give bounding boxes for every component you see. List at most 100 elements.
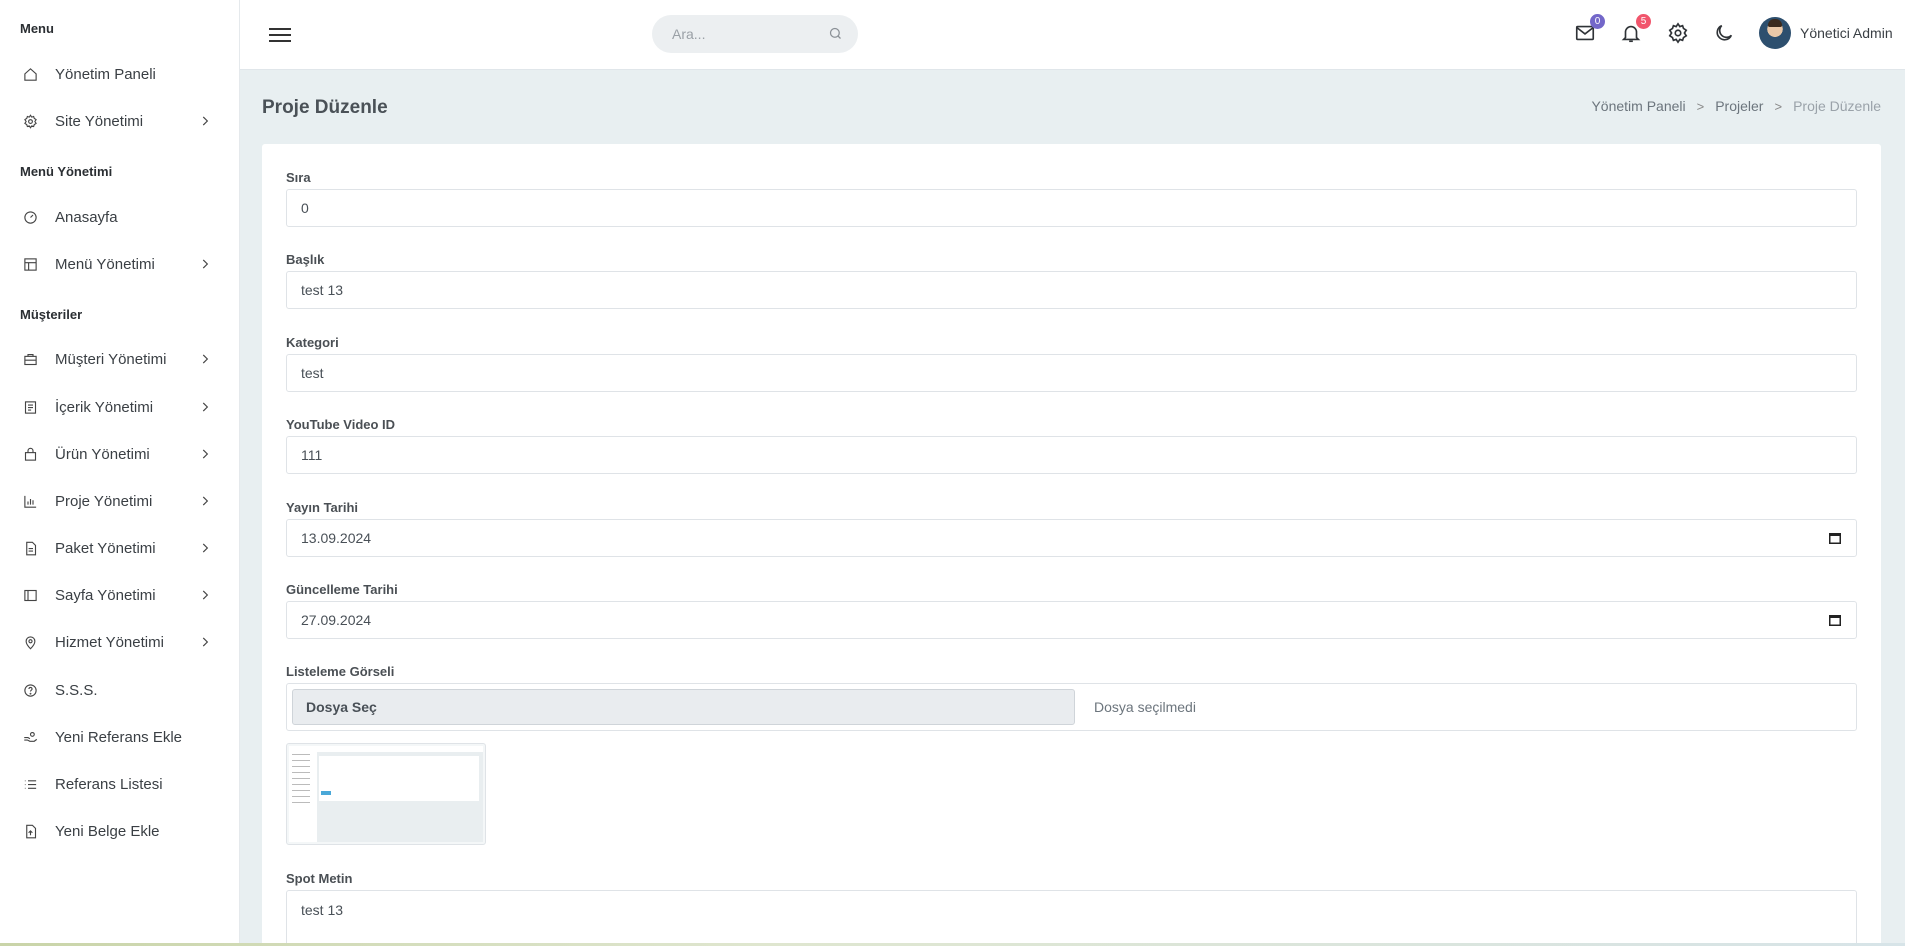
- page-title: Proje Düzenle: [262, 97, 388, 118]
- sidebar-item-label: S.S.S.: [55, 681, 98, 699]
- breadcrumb-projeler[interactable]: Projeler: [1715, 98, 1763, 114]
- youtube-value: 111: [301, 447, 323, 463]
- search-box: [652, 15, 858, 53]
- project-edit-form: Sıra 0 Başlık test 13 Kategori test YouT…: [262, 144, 1881, 946]
- sidebar-item-yeni-belge-ekle[interactable]: Yeni Belge Ekle: [0, 813, 239, 849]
- sidebar-item-label: Referans Listesi: [55, 775, 163, 793]
- chevron-right-icon: [198, 494, 212, 508]
- chevron-right-icon: [198, 257, 212, 271]
- mail-count-badge: 0: [1590, 14, 1605, 29]
- sira-value: 0: [301, 200, 309, 216]
- chevron-right-icon: [198, 352, 212, 366]
- youtube-label: YouTube Video ID: [286, 417, 396, 432]
- sidebar-item-label: İçerik Yönetimi: [55, 398, 154, 416]
- sidebar-item-referans-listesi[interactable]: Referans Listesi: [0, 766, 239, 802]
- notification-count-badge: 5: [1636, 14, 1651, 29]
- spot-metin-textarea[interactable]: test 13: [286, 890, 1857, 946]
- chevron-right-icon: [198, 400, 212, 414]
- yayin-tarihi-value: 13.09.2024: [301, 530, 372, 546]
- sidebar-item-musteri-yonetimi[interactable]: Müşteri Yönetimi: [0, 341, 239, 377]
- sidebar-item-urun-yonetimi[interactable]: Ürün Yönetimi: [0, 436, 239, 472]
- file-upload-icon: [22, 823, 38, 839]
- breadcrumb-separator-icon: >: [1696, 98, 1705, 114]
- chevron-right-icon: [198, 588, 212, 602]
- youtube-input[interactable]: 111: [286, 436, 1857, 474]
- sidebar-item-hizmet-yonetimi[interactable]: Hizmet Yönetimi: [0, 624, 239, 660]
- thumbnail-image: [289, 746, 483, 842]
- kategori-value: test: [301, 365, 324, 381]
- chevron-right-icon: [198, 447, 212, 461]
- calendar-icon[interactable]: [1828, 531, 1842, 545]
- sidebar-heading-musteriler: Müşteriler: [20, 307, 83, 322]
- sidebar-item-yonetim-paneli[interactable]: Yönetim Paneli: [0, 56, 239, 92]
- chevron-right-icon: [198, 635, 212, 649]
- sidebar-item-label: Anasayfa: [55, 208, 118, 226]
- sidebar-item-paket-yonetimi[interactable]: Paket Yönetimi: [0, 530, 239, 566]
- document-icon: [22, 540, 38, 556]
- sidebar-item-site-yonetimi[interactable]: Site Yönetimi: [0, 103, 239, 139]
- guncelleme-tarihi-label: Güncelleme Tarihi: [286, 582, 398, 597]
- sidebar-item-label: Yeni Belge Ekle: [55, 822, 160, 840]
- baslik-label: Başlık: [286, 252, 325, 267]
- baslik-input[interactable]: test 13: [286, 271, 1857, 309]
- sidebar-item-label: Sayfa Yönetimi: [55, 586, 156, 604]
- sidebar-item-anasayfa[interactable]: Anasayfa: [0, 199, 239, 235]
- search-icon[interactable]: [828, 26, 844, 42]
- sidebar-item-label: Paket Yönetimi: [55, 539, 156, 557]
- breadcrumb-separator-icon: >: [1774, 98, 1783, 114]
- question-circle-icon: [22, 682, 38, 698]
- sidebar-item-sss[interactable]: S.S.S.: [0, 672, 239, 708]
- content-list-icon: [22, 399, 38, 415]
- calendar-icon[interactable]: [1828, 613, 1842, 627]
- shopping-bag-icon: [22, 446, 38, 462]
- page-layout-icon: [22, 587, 38, 603]
- choose-file-button[interactable]: Dosya Seç: [292, 689, 1075, 725]
- dark-mode-toggle[interactable]: [1713, 22, 1737, 46]
- sidebar-heading-menu-yonetimi: Menü Yönetimi: [20, 164, 113, 179]
- kategori-label: Kategori: [286, 335, 339, 350]
- breadcrumb: Yönetim Paneli > Projeler > Proje Düzenl…: [1591, 98, 1881, 114]
- notifications-button[interactable]: 5: [1620, 14, 1651, 46]
- dashboard-gauge-icon: [22, 209, 38, 225]
- yayin-tarihi-input[interactable]: 13.09.2024: [286, 519, 1857, 557]
- spot-metin-value: test 13: [301, 902, 344, 918]
- kategori-input[interactable]: test: [286, 354, 1857, 392]
- sidebar-item-label: Proje Yönetimi: [55, 492, 153, 510]
- breadcrumb-current: Proje Düzenle: [1793, 98, 1881, 114]
- user-name: Yönetici Admin: [1800, 25, 1893, 41]
- search-input[interactable]: [672, 26, 822, 42]
- listeleme-gorseli-label: Listeleme Görseli: [286, 664, 395, 679]
- sira-input[interactable]: 0: [286, 189, 1857, 227]
- sidebar-item-menu-yonetimi[interactable]: Menü Yönetimi: [0, 246, 239, 282]
- sidebar-item-yeni-referans-ekle[interactable]: Yeni Referans Ekle: [0, 719, 239, 755]
- hamburger-menu-icon[interactable]: [269, 24, 291, 44]
- guncelleme-tarihi-value: 27.09.2024: [301, 612, 372, 628]
- sidebar: Menu Yönetim Paneli Site Yönetimi Menü Y…: [0, 0, 240, 946]
- settings-button[interactable]: [1667, 22, 1691, 46]
- yayin-tarihi-label: Yayın Tarihi: [286, 500, 359, 515]
- sidebar-item-label: Ürün Yönetimi: [55, 445, 150, 463]
- gear-icon: [22, 113, 38, 129]
- baslik-value: test 13: [301, 282, 344, 298]
- sidebar-item-label: Hizmet Yönetimi: [55, 633, 164, 651]
- mail-button[interactable]: 0: [1574, 14, 1605, 46]
- topbar: 0 5 Yönetici Admin: [240, 0, 1905, 70]
- sidebar-item-label: Müşteri Yönetimi: [55, 350, 167, 368]
- breadcrumb-yonetim-paneli[interactable]: Yönetim Paneli: [1591, 98, 1685, 114]
- sidebar-item-proje-yonetimi[interactable]: Proje Yönetimi: [0, 483, 239, 519]
- guncelleme-tarihi-input[interactable]: 27.09.2024: [286, 601, 1857, 639]
- home-icon: [22, 66, 38, 82]
- list-icon: [22, 776, 38, 792]
- sidebar-item-label: Site Yönetimi: [55, 112, 144, 130]
- user-menu[interactable]: Yönetici Admin: [1759, 17, 1893, 49]
- sidebar-item-label: Yönetim Paneli: [55, 65, 156, 83]
- sidebar-item-sayfa-yonetimi[interactable]: Sayfa Yönetimi: [0, 577, 239, 613]
- chevron-right-icon: [198, 114, 212, 128]
- sidebar-item-icerik-yonetimi[interactable]: İçerik Yönetimi: [0, 389, 239, 425]
- avatar: [1759, 17, 1791, 49]
- layout-icon: [22, 256, 38, 272]
- sidebar-item-label: Menü Yönetimi: [55, 255, 155, 273]
- moon-icon: [1716, 24, 1733, 41]
- file-status: Dosya seçilmedi: [1094, 699, 1196, 715]
- location-pin-icon: [22, 634, 38, 650]
